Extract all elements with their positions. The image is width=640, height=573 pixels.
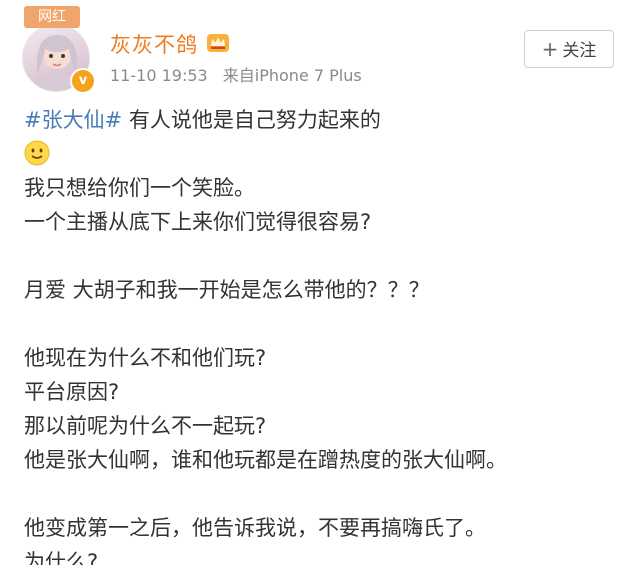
- post-text: 有人说他是自己努力起来的: [122, 108, 381, 132]
- user-name[interactable]: 灰灰不鸽: [110, 29, 198, 59]
- post-source: 来自iPhone 7 Plus: [222, 66, 362, 85]
- follow-button[interactable]: + 关注: [524, 30, 614, 68]
- follow-label: 关注: [562, 41, 597, 61]
- post-body: #张大仙# 有人说他是自己努力起来的 我只想给你们一个笑脸。 一个主播从底下上来…: [24, 103, 624, 565]
- post-line: 我只想给你们一个笑脸。: [24, 176, 255, 200]
- post-line: 一个主播从底下上来你们觉得很容易?: [24, 210, 372, 234]
- post-line: #张大仙# 有人说他是自己努力起来的: [24, 103, 624, 137]
- post-header: 网红 v 灰灰不鸽 11-10 19:53 来自iPhone 7 Plus + 关…: [0, 0, 640, 95]
- influencer-badge: 网红: [24, 6, 80, 28]
- post-line: 他变成第一之后，他告诉我说，不要再搞嗨氏了。: [24, 516, 486, 540]
- verified-icon: v: [70, 68, 96, 94]
- plus-icon: +: [541, 37, 559, 61]
- post-line: 他现在为什么不和他们玩?: [24, 346, 267, 370]
- avatar-container[interactable]: 网红 v: [22, 6, 96, 94]
- post-line: 月爱 大胡子和我一开始是怎么带他的？？？: [24, 278, 430, 302]
- smile-emoji-icon: [24, 140, 50, 166]
- post-line: 他是张大仙啊，谁和他玩都是在蹭热度的张大仙啊。: [24, 448, 507, 472]
- post-line-partial: 为什么?: [24, 550, 99, 565]
- post-line: 那以前呢为什么不一起玩?: [24, 414, 267, 438]
- post-line: [24, 137, 624, 171]
- post-line: 平台原因?: [24, 380, 120, 404]
- vip-crown-icon[interactable]: [206, 31, 230, 55]
- hashtag-link[interactable]: #张大仙#: [24, 108, 122, 132]
- post-timestamp: 11-10 19:53: [110, 66, 208, 85]
- post-meta: 11-10 19:53 来自iPhone 7 Plus: [110, 62, 362, 86]
